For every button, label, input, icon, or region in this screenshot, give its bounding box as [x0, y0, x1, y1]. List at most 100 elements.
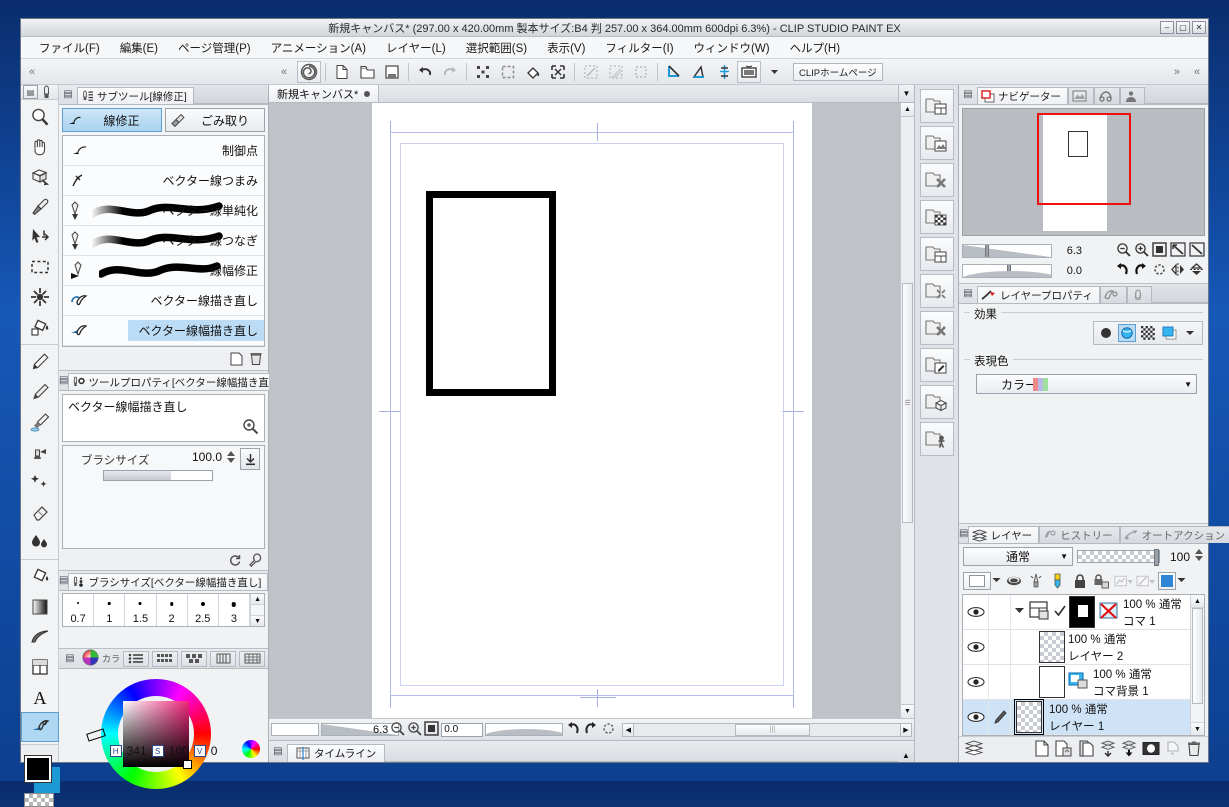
- reset-rotate-icon[interactable]: [1152, 262, 1167, 280]
- clip-homepage-button[interactable]: CLIPホームページ: [793, 62, 883, 81]
- brushsize-menu-icon[interactable]: ▤: [59, 571, 68, 590]
- table-row-selected[interactable]: 100 % 通常 レイヤー 1: [963, 699, 1190, 735]
- canvas-horizontal-scrollbar[interactable]: ◀ ||| ▶: [622, 722, 912, 737]
- document-tab[interactable]: 新規キャンバス*: [269, 85, 380, 102]
- navigator-rotation-slider[interactable]: [962, 264, 1052, 278]
- tab-itembank[interactable]: [1094, 87, 1120, 104]
- material-layout-icon[interactable]: [919, 237, 954, 271]
- tab-animation-cels[interactable]: [1099, 286, 1127, 303]
- move-layer-icon[interactable]: [21, 222, 59, 252]
- delete-layer-icon[interactable]: [1186, 740, 1202, 760]
- table-row[interactable]: 100 % 通常 コマ 1: [963, 595, 1190, 630]
- command-bar-overflow[interactable]: »: [1170, 66, 1184, 78]
- zoom-in-icon[interactable]: [1134, 242, 1149, 260]
- chevron-down-icon[interactable]: ▼: [1060, 552, 1068, 561]
- tab-search-layer[interactable]: [1126, 286, 1152, 303]
- close-button[interactable]: ✕: [1192, 21, 1206, 34]
- maximize-button[interactable]: ▢: [1176, 21, 1190, 34]
- merge-down-icon[interactable]: [1100, 740, 1116, 760]
- layer-list-scrollbar[interactable]: ▲ ▼: [1190, 595, 1204, 735]
- scroll-up-arrow[interactable]: ▲: [251, 594, 265, 605]
- rotate-icon[interactable]: [21, 162, 59, 192]
- transfer-down-icon[interactable]: [1165, 740, 1181, 759]
- navigator-zoom-slider[interactable]: [962, 244, 1052, 258]
- delete-subtool-icon[interactable]: [249, 351, 263, 369]
- clipstudio-icon[interactable]: [297, 60, 321, 83]
- tab-layerproperty[interactable]: レイヤープロパティ: [977, 286, 1100, 303]
- fill-icon[interactable]: [521, 61, 545, 83]
- rotate-left-icon[interactable]: [1114, 262, 1130, 280]
- layer-color-icon[interactable]: [1160, 324, 1178, 342]
- layer-mask-icon[interactable]: [1142, 741, 1160, 759]
- intermediate-color-icon[interactable]: [152, 650, 179, 667]
- layer-visibility-toggle[interactable]: [963, 665, 989, 699]
- drawn-panel-frame[interactable]: [426, 191, 556, 396]
- approximate-color-icon[interactable]: [181, 650, 208, 667]
- new-subtool-icon[interactable]: [229, 351, 244, 369]
- detail-settings-icon[interactable]: [242, 418, 259, 438]
- layer-list-icon[interactable]: [964, 740, 984, 759]
- navigator-viewport-rect[interactable]: [1037, 113, 1131, 205]
- layer-content[interactable]: 100 % 通常 コマ背景 1: [1011, 665, 1190, 699]
- frame-border-dropdown-icon[interactable]: [762, 61, 786, 83]
- scroll-thumb[interactable]: [1192, 608, 1203, 704]
- list-item-selected[interactable]: ベクター線幅描き直し: [63, 316, 264, 346]
- rotate-right-icon[interactable]: [583, 721, 599, 739]
- zoom-out-icon[interactable]: [390, 721, 405, 739]
- scroll-down-arrow[interactable]: ▼: [251, 615, 265, 626]
- frame-border-tool-icon[interactable]: [21, 652, 59, 682]
- command-bar-grip-left[interactable]: «: [21, 59, 43, 84]
- symmetry-ruler-icon[interactable]: [712, 61, 736, 83]
- list-item[interactable]: ベクター線つまみ: [63, 166, 264, 196]
- zoom-actual-icon[interactable]: [1189, 242, 1205, 260]
- color-menu-icon[interactable]: ▤: [61, 653, 79, 664]
- main-color-swatch[interactable]: [24, 755, 52, 783]
- tab-history[interactable]: ヒストリー: [1039, 526, 1120, 543]
- lock-transparent-icon[interactable]: [1092, 571, 1111, 590]
- material-draw-icon[interactable]: [919, 348, 954, 382]
- transform-icon[interactable]: [546, 61, 570, 83]
- table-row[interactable]: 100 % 通常 レイヤー 2: [963, 630, 1190, 665]
- list-item[interactable]: ベクター線単純化: [63, 196, 264, 226]
- ruler-icon[interactable]: [662, 61, 686, 83]
- rotate-right-icon[interactable]: [1133, 262, 1149, 280]
- tab-navigator[interactable]: ナビゲーター: [977, 87, 1068, 104]
- scroll-track[interactable]: [251, 605, 265, 615]
- tab-layers[interactable]: レイヤー: [968, 526, 1040, 543]
- layer-thumbnail[interactable]: [1069, 596, 1095, 628]
- menu-item-file[interactable]: ファイル(F): [29, 38, 110, 58]
- menu-item-animation[interactable]: アニメーション(A): [261, 38, 376, 58]
- brush-size-value[interactable]: 100.0: [192, 450, 222, 464]
- chevron-down-icon[interactable]: [1181, 324, 1199, 342]
- undo-icon[interactable]: [413, 61, 437, 83]
- brushsize-cell[interactable]: 1.5: [125, 594, 157, 626]
- zoom-fit-icon[interactable]: [1170, 242, 1186, 260]
- gradient-icon[interactable]: [21, 592, 59, 622]
- tab-brushsize[interactable]: ブラシサイズ[ベクター線幅描き直し]: [68, 573, 269, 590]
- scroll-down-arrow[interactable]: ▼: [1191, 722, 1204, 735]
- fill-selection-icon[interactable]: [496, 61, 520, 83]
- list-item[interactable]: ベクター線描き直し: [63, 286, 264, 316]
- tab-info[interactable]: [1120, 87, 1145, 104]
- new-raster-layer-icon[interactable]: [1034, 739, 1050, 760]
- select-layer-icon[interactable]: [629, 61, 653, 83]
- canvas-vertical-scrollbar[interactable]: ▲ ☰ ▼: [900, 103, 914, 718]
- chevron-down-icon[interactable]: ▼: [1184, 380, 1192, 389]
- scroll-track[interactable]: [1191, 608, 1204, 722]
- brushsize-scrollbar[interactable]: ▲ ▼: [250, 594, 265, 626]
- layerproperty-menu-icon[interactable]: ▤: [959, 284, 977, 303]
- subtool-menu-icon[interactable]: ▤: [59, 85, 77, 104]
- zoom-icon[interactable]: [21, 102, 59, 132]
- list-item[interactable]: 線幅修正: [63, 256, 264, 286]
- scroll-thumb[interactable]: |||: [735, 723, 810, 736]
- material-pattern-icon[interactable]: [919, 200, 954, 234]
- hand-icon[interactable]: [21, 132, 59, 162]
- blend-mode-combo[interactable]: 通常 ▼: [963, 547, 1073, 566]
- layer-mask-icon[interactable]: [1098, 600, 1120, 625]
- mask-enable-icon[interactable]: [1114, 571, 1133, 590]
- new-file-icon[interactable]: [330, 61, 354, 83]
- brushsize-cell[interactable]: 0.7: [63, 594, 95, 626]
- tab-subview[interactable]: [1068, 87, 1094, 104]
- save-icon[interactable]: [380, 61, 404, 83]
- list-item[interactable]: 制御点: [63, 136, 264, 166]
